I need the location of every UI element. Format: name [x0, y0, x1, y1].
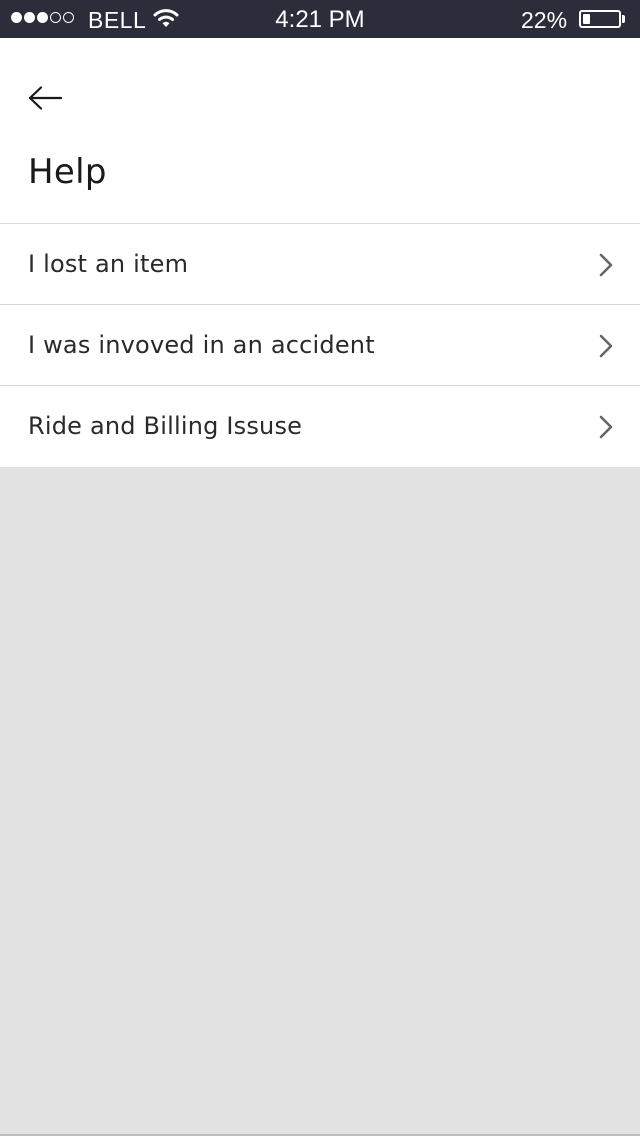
chevron-right-icon: [599, 415, 613, 439]
arrow-left-icon: [28, 86, 63, 110]
battery-tip: [622, 15, 625, 23]
chevron-right-icon: [599, 253, 613, 277]
status-bar: BELL 4:21 PM 22%: [0, 0, 640, 38]
help-item-lost-item[interactable]: I lost an item: [0, 224, 640, 305]
battery-icon: [579, 10, 621, 28]
battery-level-fill: [583, 14, 590, 24]
header: Help: [0, 38, 640, 224]
help-item-label: Ride and Billing Issuse: [28, 412, 303, 440]
help-item-accident[interactable]: I was invoved in an accident: [0, 305, 640, 386]
chevron-right-icon: [599, 334, 613, 358]
help-menu-list: I lost an item I was invoved in an accid…: [0, 224, 640, 467]
battery-percent: 22%: [521, 7, 568, 33]
help-item-ride-billing[interactable]: Ride and Billing Issuse: [0, 386, 640, 467]
page-title: Help: [28, 152, 107, 192]
help-item-label: I lost an item: [28, 250, 189, 278]
back-button[interactable]: [22, 78, 70, 118]
help-item-label: I was invoved in an accident: [28, 331, 375, 359]
